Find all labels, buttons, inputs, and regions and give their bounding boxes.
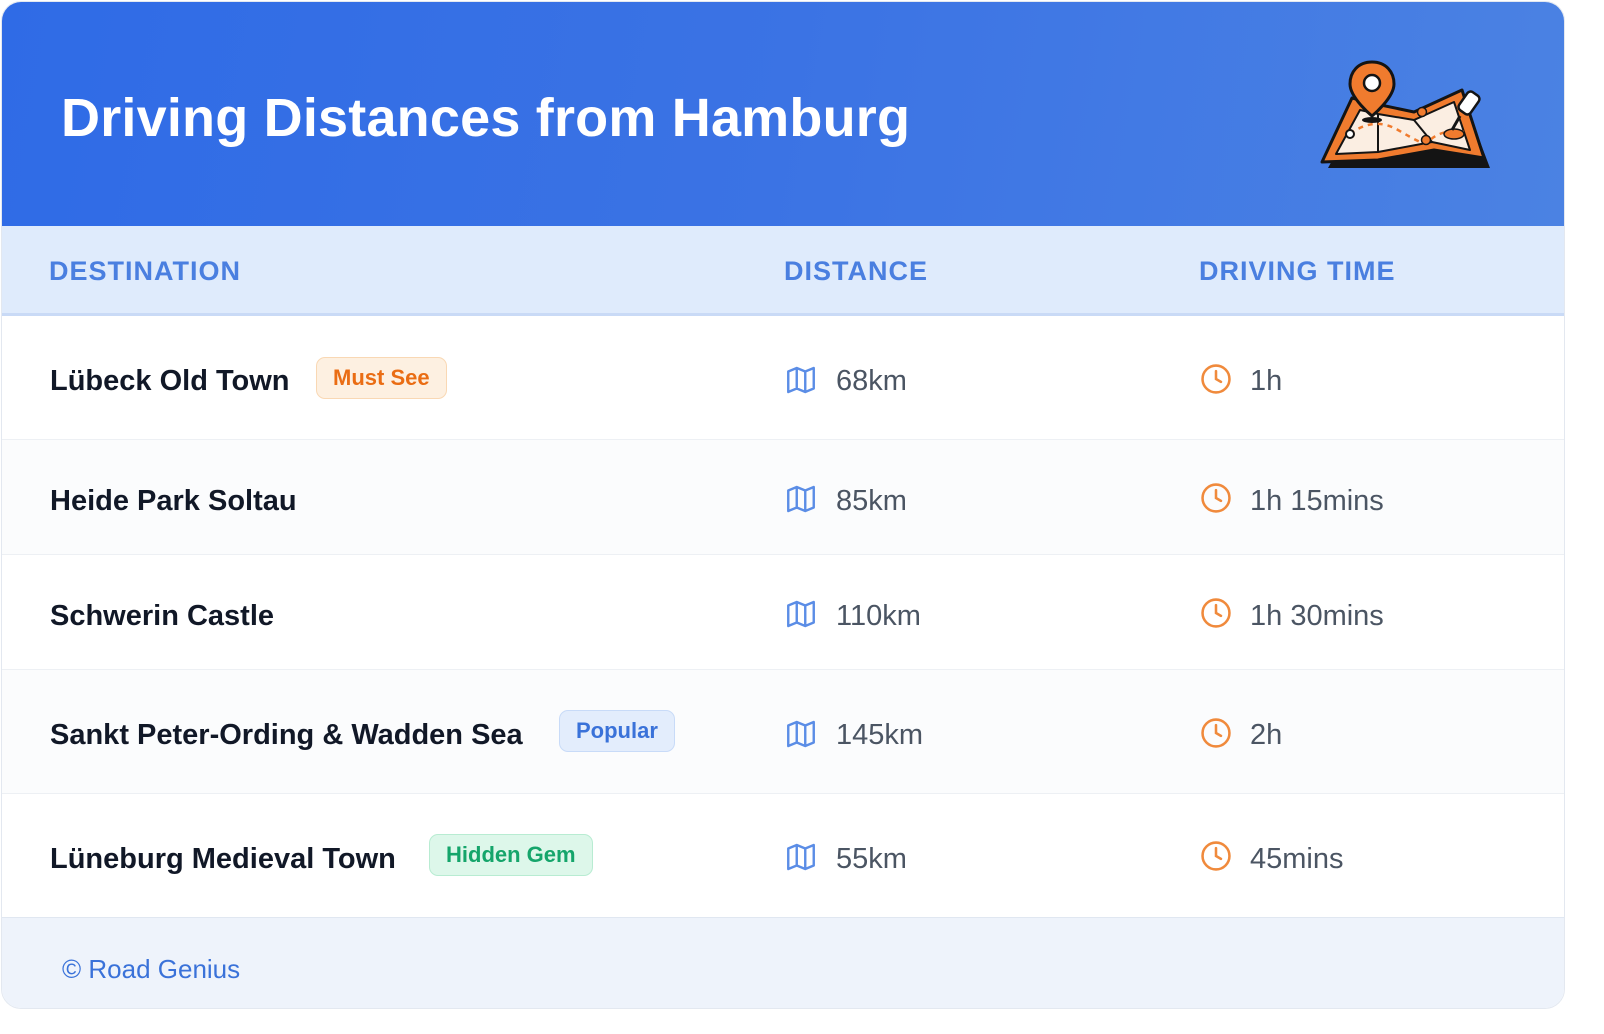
distance-value: 110km (836, 600, 921, 632)
clock-icon (1201, 841, 1231, 871)
distance-value: 68km (836, 365, 907, 397)
driving-time-value: 1h 15mins (1250, 485, 1384, 517)
map-icon (787, 600, 815, 628)
clock-icon (1201, 718, 1231, 748)
distance-value: 55km (836, 843, 907, 875)
footer: © Road Genius (2, 917, 1564, 1008)
table-row: Lüneburg Medieval Town Hidden Gem 55km 4… (2, 794, 1564, 917)
page-title: Driving Distances from Hamburg (61, 88, 911, 148)
destination-name: Sankt Peter-Ording & Wadden Sea (50, 719, 523, 751)
table-row: Schwerin Castle 110km 1h 30mins (2, 555, 1564, 670)
map-icon (787, 366, 815, 394)
driving-time-value: 2h (1250, 719, 1283, 751)
popular-badge: Popular (559, 710, 675, 752)
header-banner: Driving Distances from Hamburg (2, 2, 1564, 226)
map-icon (787, 843, 815, 871)
clock-icon (1201, 598, 1231, 628)
destination-name: Lüneburg Medieval Town (50, 843, 396, 875)
table-header: DESTINATION DISTANCE DRIVING TIME (2, 226, 1564, 316)
column-header-distance: DISTANCE (784, 256, 929, 286)
table-row: Heide Park Soltau 85km 1h 15mins (2, 440, 1564, 555)
table-row: Lübeck Old Town Must See 68km 1h (2, 316, 1564, 440)
map-icon (787, 720, 815, 748)
copyright-text: © Road Genius (62, 954, 241, 984)
column-header-driving-time: DRIVING TIME (1199, 256, 1396, 286)
must-see-badge: Must See (316, 357, 447, 399)
distance-value: 85km (836, 485, 907, 517)
hidden-gem-badge: Hidden Gem (429, 834, 593, 876)
map-icon (787, 485, 815, 513)
column-header-destination: DESTINATION (49, 256, 241, 286)
driving-time-value: 1h 30mins (1250, 600, 1384, 632)
driving-time-value: 1h (1250, 365, 1283, 397)
distance-value: 145km (836, 719, 924, 751)
table-row: Sankt Peter-Ording & Wadden Sea Popular … (2, 670, 1564, 794)
driving-time-value: 45mins (1250, 843, 1344, 875)
destination-name: Lübeck Old Town (50, 365, 290, 397)
distances-card: Driving Distances from Hamburg DESTINATI… (1, 1, 1565, 1009)
clock-icon (1201, 364, 1231, 394)
folded-map-with-location-pin-icon (1320, 60, 1490, 168)
clock-icon (1201, 483, 1231, 513)
destination-name: Schwerin Castle (50, 600, 275, 632)
destination-name: Heide Park Soltau (50, 485, 297, 517)
